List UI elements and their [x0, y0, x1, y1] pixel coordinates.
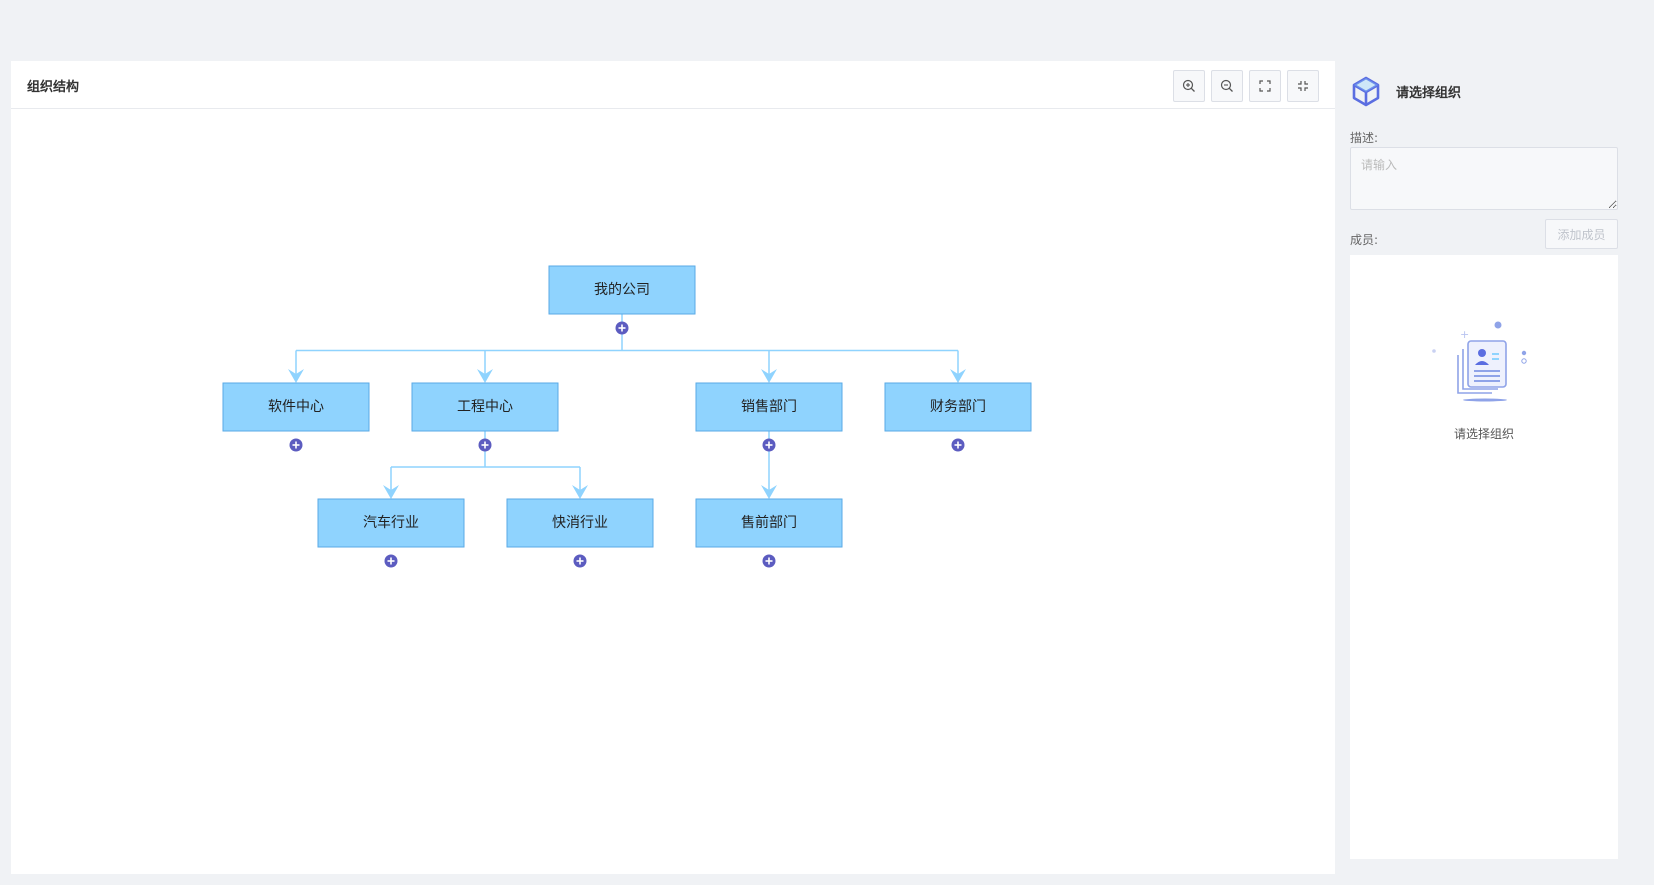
add-child-button[interactable]: [615, 321, 629, 335]
add-child-button[interactable]: [478, 438, 492, 452]
panel-header: 组织结构: [11, 61, 1335, 109]
collapse-icon: [1298, 81, 1308, 91]
zoom-in-icon: [1182, 79, 1195, 92]
add-child-button[interactable]: [762, 438, 776, 452]
collapse-button[interactable]: [1287, 70, 1319, 102]
description-label: 描述:: [1350, 131, 1379, 145]
org-node[interactable]: 快消行业: [506, 498, 654, 568]
zoom-in-button[interactable]: [1173, 70, 1205, 102]
zoom-out-button[interactable]: [1211, 70, 1243, 102]
org-node[interactable]: 销售部门: [695, 382, 843, 452]
org-node-label: 财务部门: [930, 399, 986, 415]
org-chart-canvas[interactable]: 我的公司软件中心 工程中心 销售部门 财务部门汽车行业 快消行业 售前部门: [11, 110, 1335, 874]
org-node[interactable]: 我的公司: [548, 265, 696, 335]
org-node-label: 售前部门: [741, 514, 797, 531]
org-node-label: 汽车行业: [363, 514, 419, 531]
add-child-button[interactable]: [573, 554, 587, 568]
org-node[interactable]: 软件中心: [222, 382, 370, 452]
org-node[interactable]: 财务部门: [884, 382, 1032, 452]
chart-toolbar: [1173, 70, 1319, 102]
panel-title: 组织结构: [27, 80, 80, 95]
org-node-label: 销售部门: [741, 399, 797, 415]
member-label: 成员:: [1350, 233, 1379, 247]
add-member-button[interactable]: 添加成员: [1545, 219, 1618, 249]
org-node-label: 工程中心: [457, 399, 513, 415]
org-node-label: 快消行业: [552, 515, 608, 531]
empty-state-text: 请选择组织: [1453, 427, 1514, 441]
org-structure-panel: 组织结构 我的公司软件中心 工程中心 销售部门 财务部门汽车行业 快消行业 售前部门: [11, 61, 1335, 874]
org-chart[interactable]: 我的公司软件中心 工程中心 销售部门 财务部门汽车行业 快消行业 售前部门: [11, 110, 1335, 874]
org-node-label: 软件中心: [268, 399, 324, 415]
member-list: + 请选择组织: [1350, 255, 1618, 859]
add-child-button[interactable]: [289, 438, 303, 452]
zoom-out-icon: [1220, 79, 1233, 92]
fit-screen-button[interactable]: [1249, 70, 1281, 102]
org-node-label: 我的公司: [594, 282, 650, 298]
side-header: 请选择组织: [1350, 75, 1461, 107]
cube-icon: [1352, 76, 1380, 107]
side-panel: 请选择组织 描述: 成员: 添加成员 + 请选择组织: [1336, 61, 1654, 874]
description-input[interactable]: [1350, 147, 1618, 210]
org-node[interactable]: 售前部门: [695, 498, 843, 568]
side-title: 请选择组织: [1396, 85, 1462, 101]
org-node[interactable]: 工程中心: [411, 382, 559, 452]
add-child-button[interactable]: [384, 554, 398, 568]
add-child-button[interactable]: [762, 554, 776, 568]
contact-card-icon: +: [1432, 321, 1527, 402]
org-node[interactable]: 汽车行业: [317, 498, 465, 568]
add-child-button[interactable]: [951, 438, 965, 452]
fit-screen-icon: [1259, 80, 1271, 92]
svg-text:+: +: [1460, 328, 1469, 341]
